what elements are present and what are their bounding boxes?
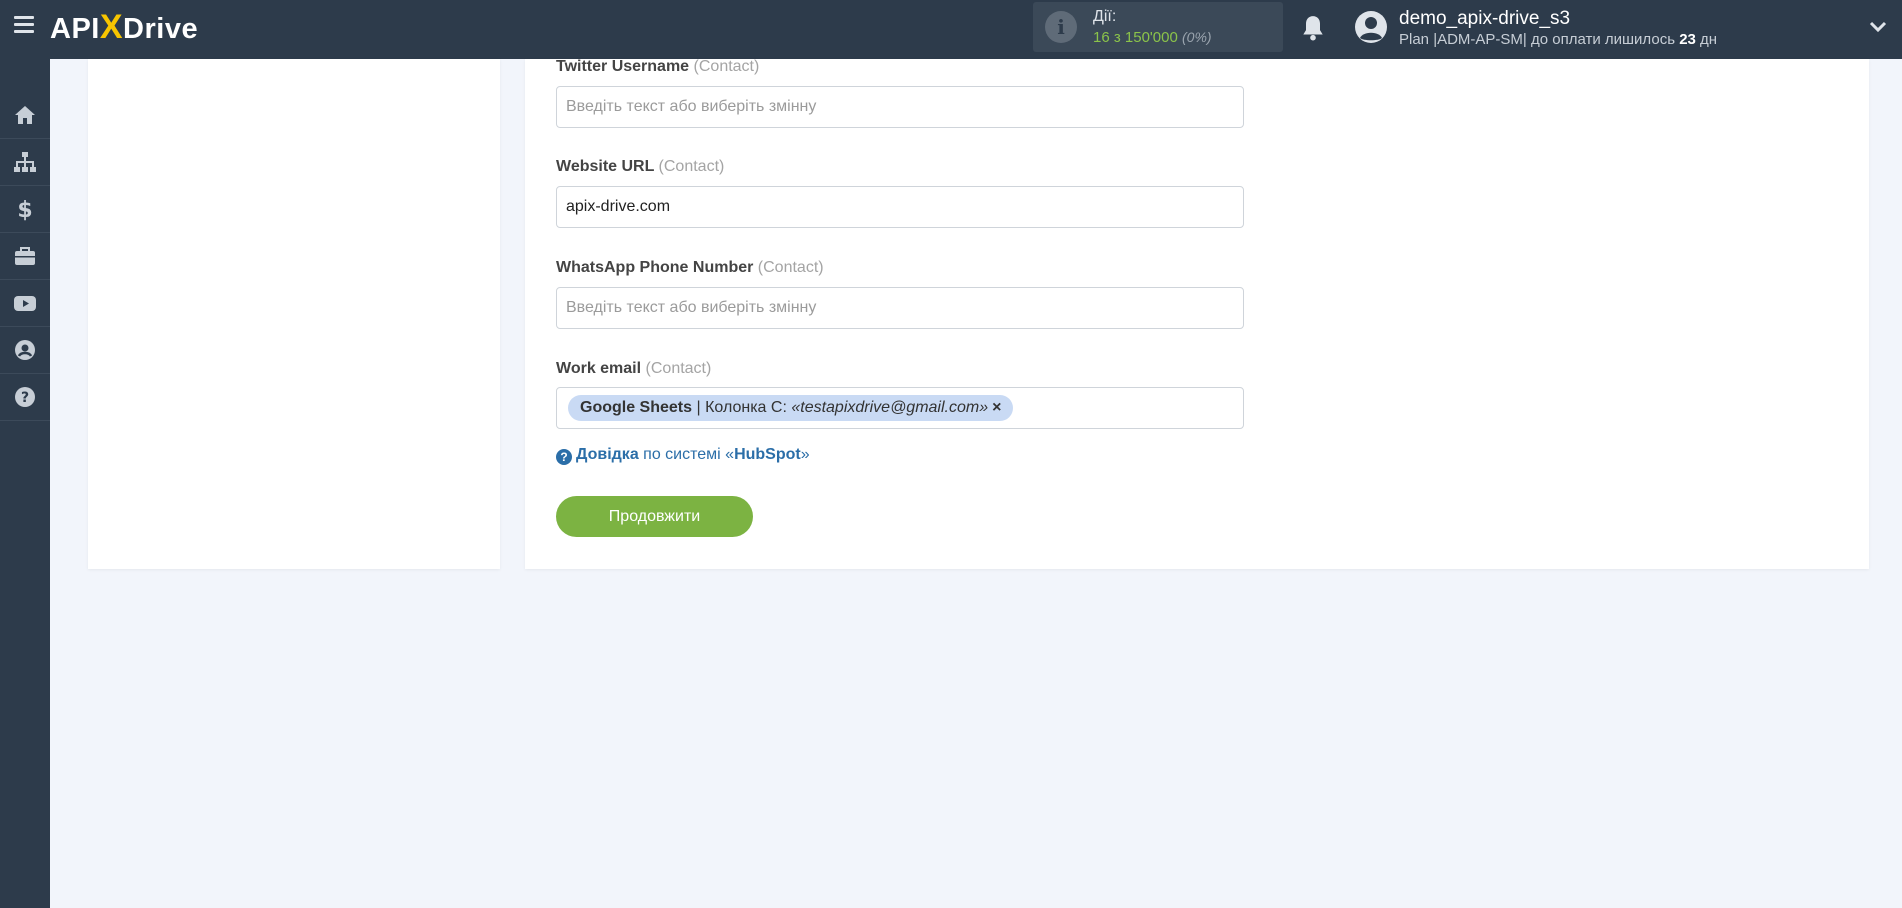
user-circle-icon (15, 340, 35, 360)
help-link-text[interactable]: Довідка (576, 446, 639, 463)
actions-count: 16 з 150'000 (0%) (1093, 29, 1212, 46)
field-label-sub: (Contact) (757, 259, 824, 276)
sidebar-item-videos[interactable] (0, 280, 50, 327)
chevron-down-icon[interactable] (1869, 20, 1887, 34)
sidebar-item-account[interactable] (0, 327, 50, 374)
help-end: » (800, 446, 810, 463)
user-avatar-icon[interactable] (1354, 10, 1388, 44)
whatsapp-phone-label: WhatsApp Phone Number (Contact) (556, 259, 824, 277)
question-circle-icon: ? (15, 387, 35, 407)
help-system[interactable]: HubSpot (734, 446, 801, 463)
remove-tag-icon[interactable]: × (992, 399, 1001, 416)
youtube-icon (14, 296, 36, 311)
field-label-sub: (Contact) (693, 58, 760, 75)
twitter-username-input[interactable] (556, 86, 1244, 128)
logo[interactable]: APIXDrive (50, 9, 198, 45)
actions-count-value: 16 з 150'000 (1093, 29, 1178, 46)
variable-tag[interactable]: Google Sheets | Колонка С: «testapixdriv… (568, 395, 1014, 421)
sitemap-icon (14, 152, 36, 172)
dollar-icon: $ (17, 198, 32, 221)
field-label-text: WhatsApp Phone Number (556, 259, 754, 276)
twitter-username-label: Twitter Username (Contact) (556, 58, 759, 76)
question-icon: ? (556, 449, 572, 465)
work-email-input[interactable]: Google Sheets | Колонка С: «testapixdriv… (556, 387, 1244, 429)
logo-drive: Drive (123, 13, 199, 45)
days-unit: дн (1700, 31, 1718, 48)
website-url-input[interactable] (556, 186, 1244, 228)
svg-text:$: $ (17, 198, 32, 221)
logo-api: API (50, 13, 100, 45)
whatsapp-phone-input[interactable] (556, 287, 1244, 329)
sidebar-item-home[interactable] (0, 92, 50, 139)
help-middle: по системі « (638, 446, 735, 463)
svg-text:?: ? (21, 390, 29, 406)
top-bar: APIXDrive i Дії: 16 з 150'000 (0%) demo_… (0, 0, 1902, 59)
tag-value: «testapixdrive@gmail.com» (791, 399, 989, 416)
logo-x: X (99, 8, 124, 46)
field-label-text: Work email (556, 360, 642, 377)
actions-counter: i Дії: 16 з 150'000 (0%) (1033, 2, 1283, 52)
home-icon (15, 106, 35, 124)
help-link[interactable]: ? Довідка по системі «HubSpot» (556, 446, 810, 465)
sidebar-item-connections[interactable] (0, 139, 50, 186)
sidebar-item-billing[interactable]: $ (0, 186, 50, 233)
briefcase-icon (15, 247, 35, 265)
sidebar-item-services[interactable] (0, 233, 50, 280)
tag-column: | Колонка С: (692, 399, 792, 416)
bell-icon[interactable] (1300, 14, 1326, 42)
field-label-text: Twitter Username (556, 58, 690, 75)
info-icon: i (1045, 11, 1077, 43)
actions-label: Дії: (1093, 8, 1117, 25)
sidebar-item-help[interactable]: ? (0, 374, 50, 421)
plan-info: Plan |ADM-AP-SM| до оплати лишилось 23 д… (1399, 31, 1717, 48)
actions-percent: (0%) (1182, 29, 1212, 45)
continue-button[interactable]: Продовжити (556, 496, 753, 537)
work-email-label: Work email (Contact) (556, 360, 711, 378)
menu-icon[interactable] (14, 16, 34, 34)
plan-text: Plan |ADM-AP-SM| до оплати лишилось (1399, 31, 1676, 48)
tag-source: Google Sheets (580, 399, 693, 416)
days-left: 23 (1679, 31, 1696, 48)
website-url-label: Website URL (Contact) (556, 158, 724, 176)
left-panel (88, 59, 500, 569)
user-name[interactable]: demo_apix-drive_s3 (1399, 8, 1570, 30)
field-label-text: Website URL (556, 158, 655, 175)
field-label-sub: (Contact) (658, 158, 725, 175)
sidebar: $ ? (0, 59, 50, 908)
field-label-sub: (Contact) (645, 360, 712, 377)
